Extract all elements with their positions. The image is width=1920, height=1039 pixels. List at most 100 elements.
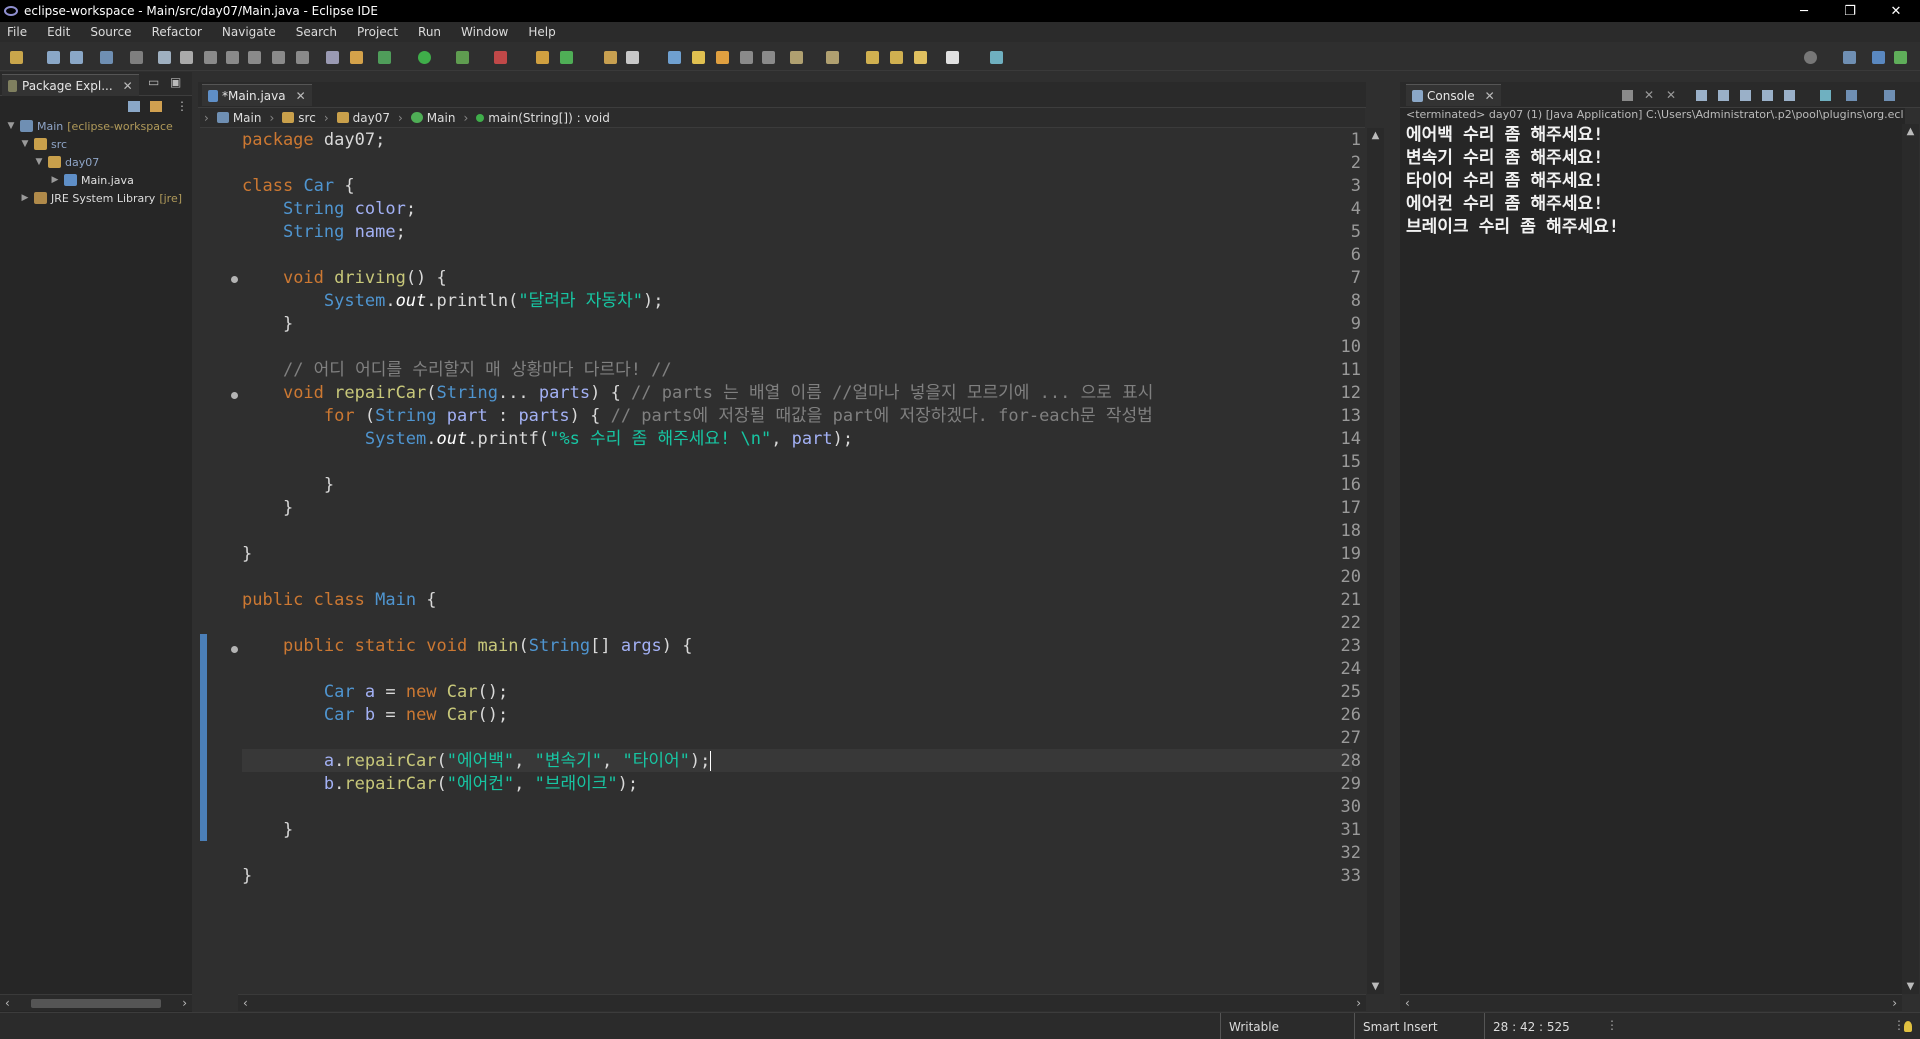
open-type-icon[interactable] xyxy=(604,51,617,64)
status-cursor-position[interactable]: 28 : 42 : 525 xyxy=(1484,1013,1604,1039)
open-perspective-icon[interactable] xyxy=(1843,51,1856,64)
tree-item-main-java[interactable]: ▶ Main.java xyxy=(0,171,134,189)
chevron-down-icon[interactable]: ▼ xyxy=(20,139,30,149)
pin-console-icon[interactable] xyxy=(1820,90,1831,101)
forward-icon[interactable] xyxy=(946,51,959,64)
tab-main-java[interactable]: *Main.java ✕ xyxy=(202,84,312,106)
scrollbar-thumb[interactable] xyxy=(31,998,161,1008)
prev-annotation-icon[interactable] xyxy=(826,51,839,64)
breadcrumb-package[interactable]: day07 xyxy=(333,111,390,125)
collapse-all-icon[interactable] xyxy=(128,101,140,112)
tab-console[interactable]: Console ✕ xyxy=(1406,84,1501,106)
terminate-console-icon[interactable] xyxy=(1622,90,1633,101)
fold-icon[interactable] xyxy=(231,392,238,399)
chevron-right-icon[interactable]: ▶ xyxy=(50,175,60,185)
search-icon[interactable] xyxy=(1804,51,1817,64)
java-perspective-icon[interactable] xyxy=(1872,51,1885,64)
whitespace-icon[interactable] xyxy=(740,51,753,64)
menu-project[interactable]: Project xyxy=(357,25,398,39)
display-console-icon[interactable] xyxy=(1846,90,1857,101)
block-select-icon[interactable] xyxy=(716,51,729,64)
code-editor[interactable]: 1 2 3 4 5 6 7 8 9 10 11 12 13 14 15 16 17 18 19 20 21 22 23 24 2… xyxy=(200,128,1365,994)
chevron-right-icon[interactable]: ▶ xyxy=(20,193,30,203)
save-icon[interactable] xyxy=(47,51,60,64)
close-button[interactable]: ✕ xyxy=(1873,0,1919,22)
close-icon[interactable]: ✕ xyxy=(123,79,133,93)
restore-button[interactable]: ❐ xyxy=(1827,0,1873,22)
tree-item-package[interactable]: ▼ day07 xyxy=(0,153,100,171)
toggle-mark-icon[interactable] xyxy=(668,51,681,64)
lightbulb-icon[interactable] xyxy=(1904,1021,1912,1032)
breadcrumb-project[interactable]: Main xyxy=(213,111,261,125)
debug-icon[interactable] xyxy=(378,51,391,64)
minimize-view-icon[interactable]: ▭ xyxy=(148,75,159,89)
forward-history-icon[interactable] xyxy=(890,51,903,64)
open-console-icon[interactable] xyxy=(326,51,339,64)
menu-source[interactable]: Source xyxy=(90,25,131,39)
next-annotation-icon[interactable] xyxy=(790,51,803,64)
menu-window[interactable]: Window xyxy=(461,25,508,39)
tab-package-explorer[interactable]: Package Expl... ✕ xyxy=(2,74,139,96)
menu-refactor[interactable]: Refactor xyxy=(152,25,202,39)
scroll-left-icon[interactable]: ‹ xyxy=(243,996,248,1010)
coverage-icon[interactable] xyxy=(456,51,469,64)
last-edit-icon[interactable] xyxy=(866,51,879,64)
new-java-project-icon[interactable] xyxy=(350,51,363,64)
terminate-icon[interactable] xyxy=(204,51,217,64)
highlight-icon[interactable] xyxy=(692,51,705,64)
clear-console-icon[interactable] xyxy=(1696,90,1707,101)
remove-all-icon[interactable]: ✕ xyxy=(1666,88,1676,102)
show-on-output-icon[interactable] xyxy=(1762,90,1773,101)
breadcrumb-method[interactable]: main(String[]) : void xyxy=(472,111,610,125)
new-icon[interactable] xyxy=(10,51,23,64)
tree-item-project[interactable]: ▼ Main [eclipse-workspace xyxy=(0,117,173,135)
scroll-up-icon[interactable]: ▲ xyxy=(1372,130,1380,141)
skip-breakpoints-icon[interactable] xyxy=(130,51,143,64)
show-on-error-icon[interactable] xyxy=(1784,90,1795,101)
menu-run[interactable]: Run xyxy=(418,25,441,39)
scroll-down-icon[interactable]: ▼ xyxy=(1372,981,1380,992)
new-package-icon[interactable] xyxy=(536,51,549,64)
pin-editor-icon[interactable] xyxy=(990,51,1003,64)
back-icon[interactable] xyxy=(914,51,927,64)
explorer-horizontal-scrollbar[interactable]: ‹ › xyxy=(0,994,192,1011)
step-return-icon[interactable] xyxy=(296,51,309,64)
word-wrap-icon[interactable] xyxy=(1740,90,1751,101)
pilcrow-icon[interactable] xyxy=(762,51,775,64)
search-tool-icon[interactable] xyxy=(626,51,639,64)
chevron-down-icon[interactable]: ▼ xyxy=(6,121,16,131)
console-vertical-scrollbar[interactable]: ▲ ▼ xyxy=(1902,124,1919,994)
suspend-icon[interactable] xyxy=(180,51,193,64)
menu-help[interactable]: Help xyxy=(528,25,555,39)
scroll-left-icon[interactable]: ‹ xyxy=(1405,996,1410,1010)
open-console-icon[interactable] xyxy=(1884,90,1895,101)
run-icon[interactable] xyxy=(418,51,431,64)
fold-icon[interactable] xyxy=(231,646,238,653)
disconnect-icon[interactable] xyxy=(226,51,239,64)
new-class-icon[interactable] xyxy=(560,51,573,64)
breadcrumb-class[interactable]: Main xyxy=(407,111,455,125)
save-all-icon[interactable] xyxy=(70,51,83,64)
menu-file[interactable]: File xyxy=(7,25,27,39)
remove-launch-icon[interactable]: ✕ xyxy=(1644,88,1654,102)
minimize-button[interactable]: ─ xyxy=(1781,0,1827,22)
tree-item-src[interactable]: ▼ src xyxy=(0,135,68,153)
status-insert-mode[interactable]: Smart Insert xyxy=(1354,1013,1484,1039)
close-icon[interactable]: ✕ xyxy=(1485,89,1495,103)
external-tools-icon[interactable] xyxy=(494,51,507,64)
menu-navigate[interactable]: Navigate xyxy=(222,25,276,39)
scroll-right-icon[interactable]: › xyxy=(1892,996,1897,1010)
console-horizontal-scrollbar[interactable]: ‹ › xyxy=(1400,994,1902,1011)
fold-icon[interactable] xyxy=(231,276,238,283)
step-over-icon[interactable] xyxy=(272,51,285,64)
scroll-lock-icon[interactable] xyxy=(1718,90,1729,101)
tree-item-jre[interactable]: ▶ JRE System Library [jre] xyxy=(0,189,182,207)
menu-edit[interactable]: Edit xyxy=(47,25,70,39)
view-menu-icon[interactable]: ⋮ xyxy=(176,99,188,113)
scroll-down-icon[interactable]: ▼ xyxy=(1907,981,1915,992)
link-with-editor-icon[interactable] xyxy=(150,101,162,112)
terminal-icon[interactable] xyxy=(100,51,113,64)
step-into-icon[interactable] xyxy=(248,51,261,64)
editor-horizontal-scrollbar[interactable]: ‹ › xyxy=(238,994,1366,1011)
menu-search[interactable]: Search xyxy=(296,25,337,39)
